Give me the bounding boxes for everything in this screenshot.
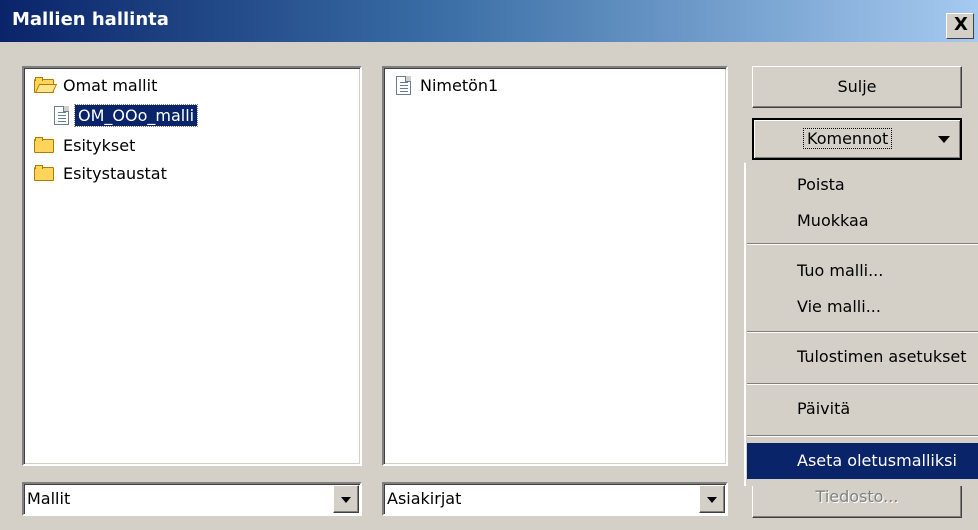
document-icon [396,75,411,95]
folder-open-icon [34,77,58,93]
menu-item-import-template[interactable]: Tuo malli... [747,253,978,289]
document-filter-select[interactable]: Asiakirjat [382,482,728,516]
tree-item-om-ooo-malli[interactable]: OM_OOo_malli [54,102,199,128]
document-icon [54,105,69,125]
list-item-nimeton1[interactable]: Nimetön1 [396,72,501,98]
list-item-label: Nimetön1 [420,75,499,95]
menu-separator [747,243,978,245]
tree-item-esitystaustat[interactable]: Esitystaustat [34,160,170,186]
folder-icon [34,137,54,153]
commands-button[interactable]: Komennot [752,118,962,160]
tree-item-label: Omat mallit [63,75,158,95]
close-icon: X [954,14,968,35]
category-filter-select[interactable]: Mallit [22,482,362,516]
chevron-down-icon [938,136,950,143]
menu-item-set-default[interactable]: Aseta oletusmalliksi [747,443,978,479]
menu-separator [747,383,978,385]
menu-separator [747,331,978,333]
close-button[interactable]: Sulje [752,66,962,108]
select-value: Asiakirjat [387,489,462,508]
menu-item-delete[interactable]: Poista [747,167,978,203]
categories-tree[interactable]: Omat mallit OM_OOo_malli Esitykset Esity… [22,66,362,466]
tree-item-label: OM_OOo_malli [73,103,199,127]
window-title: Mallien hallinta [12,9,169,30]
folder-icon [34,165,54,181]
commands-menu: Poista Muokkaa Tuo malli... Vie malli...… [744,162,978,486]
documents-list[interactable]: Nimetön1 [382,66,728,466]
tree-item-label: Esitystaustat [63,163,167,183]
select-value: Mallit [27,489,71,508]
tree-item-esitykset[interactable]: Esitykset [34,132,138,158]
tree-item-omat-mallit[interactable]: Omat mallit [34,72,160,98]
menu-item-printer-settings[interactable]: Tulostimen asetukset [747,339,978,375]
title-bar: Mallien hallinta X [0,0,978,42]
dropdown-arrow-icon[interactable] [699,485,725,513]
close-window-button[interactable]: X [946,13,974,39]
menu-item-edit[interactable]: Muokkaa [747,203,978,239]
tree-item-label: Esitykset [63,135,136,155]
dropdown-arrow-icon[interactable] [333,485,359,513]
commands-label: Komennot [802,128,893,149]
menu-item-update[interactable]: Päivitä [747,391,978,427]
menu-separator [747,435,978,437]
menu-item-export-template[interactable]: Vie malli... [747,289,978,325]
